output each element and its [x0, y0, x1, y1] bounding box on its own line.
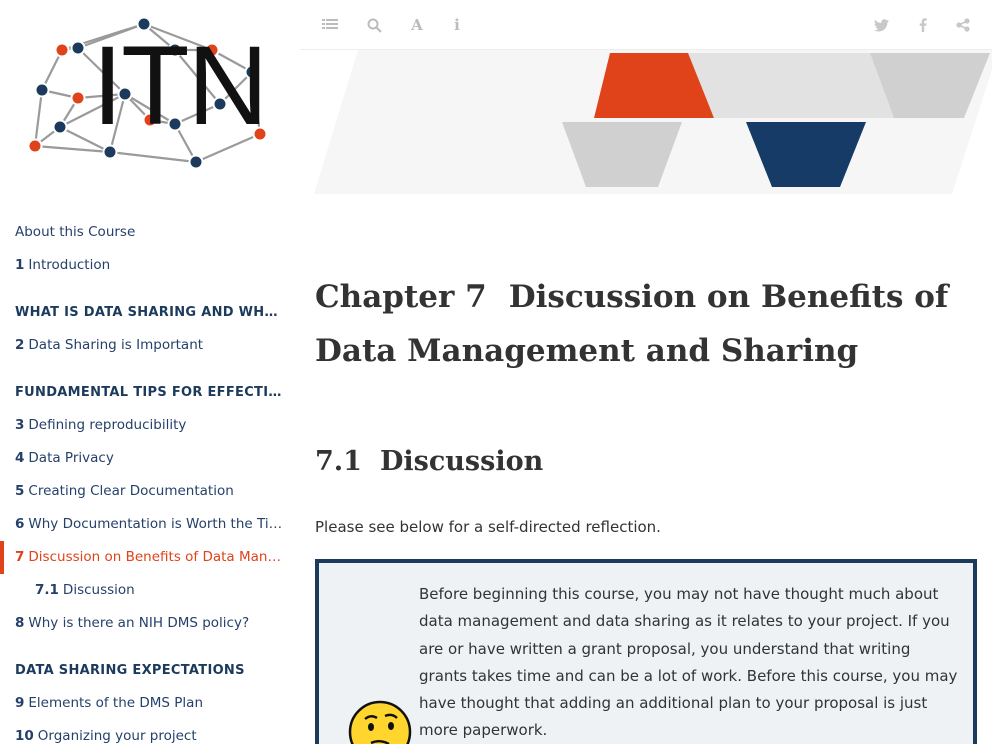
toc-item[interactable]: 5 Creating Clear Documentation [0, 475, 285, 508]
toc-item-label: DATA SHARING EXPECTATIONS [15, 663, 245, 678]
sidebar: ITN About this Course 1 Introduction WHAT I… [0, 0, 300, 744]
thinking-face-icon [348, 700, 412, 744]
table-of-contents: About this Course 1 Introduction WHAT IS DA… [0, 216, 300, 744]
toc-item-number: 1 [15, 257, 25, 273]
toc-item-label: Data Privacy [28, 450, 114, 466]
toc-part-heading[interactable]: WHAT IS DATA SHARING AND WHY IS IT IMPOR… [0, 296, 285, 329]
toc-item-number: 2 [15, 337, 25, 353]
top-toolbar: A i [300, 0, 992, 50]
chapter-banner [300, 50, 992, 200]
toc-item-label: Why Documentation is Worth the Time [28, 516, 285, 532]
toc-part-heading[interactable]: FUNDAMENTAL TIPS FOR EFFECTIVE DATA MANA… [0, 376, 285, 409]
toc-item[interactable]: 6 Why Documentation is Worth the Time [0, 508, 285, 541]
toc-item-number: 7.1 [35, 582, 59, 598]
section-title: 7.1 Discussion [315, 440, 543, 484]
toc-item-number: 9 [15, 695, 25, 711]
toc-item-number: 8 [15, 615, 25, 631]
toc-item-number: 4 [15, 450, 25, 466]
toc-item-number: 3 [15, 417, 25, 433]
toc-item-label: About this Course [15, 224, 136, 240]
reflection-callout: Before beginning this course, you may no… [315, 559, 977, 744]
toc-item[interactable]: 10 Organizing your project [0, 720, 285, 744]
toc-item-label: Introduction [28, 257, 111, 273]
share-icon[interactable] [951, 14, 975, 36]
toc-item-label: Discussion on Benefits of Data Managemen… [28, 549, 285, 565]
toc-item[interactable]: About this Course [0, 216, 285, 249]
toc-item-active[interactable]: 7Discussion on Benefits of Data Manageme… [0, 541, 285, 574]
toc-item-label: Data Sharing is Important [28, 337, 204, 353]
twitter-icon[interactable] [869, 14, 893, 36]
toc-item[interactable]: 4 Data Privacy [0, 442, 285, 475]
facebook-icon[interactable] [911, 14, 935, 36]
toc-item-label: FUNDAMENTAL TIPS FOR EFFECTIVE DATA MANA… [15, 385, 285, 400]
font-settings-icon[interactable]: A [405, 14, 429, 36]
toc-item-label: WHAT IS DATA SHARING AND WHY IS IT IMPOR… [15, 305, 285, 320]
toc-item-label: Creating Clear Documentation [28, 483, 234, 499]
search-icon[interactable] [362, 14, 386, 36]
section-number: 7.1 [315, 446, 362, 477]
chapter-number: Chapter 7 [315, 279, 487, 315]
toc-item-label: Defining reproducibility [28, 417, 187, 433]
toc-item[interactable]: 3 Defining reproducibility [0, 409, 285, 442]
toc-item[interactable]: 1 Introduction [0, 249, 285, 282]
toc-item[interactable]: 8 Why is there an NIH DMS policy? [0, 607, 285, 640]
chapter-title: Chapter 7 Discussion on Benefits of Data … [315, 270, 977, 378]
banner-graphic [314, 50, 992, 194]
info-icon[interactable]: i [445, 14, 469, 36]
main-content: Chapter 7 Discussion on Benefits of Data … [315, 270, 977, 378]
toc-item-label: Organizing your project [37, 728, 197, 744]
toc-item-number: 10 [15, 728, 34, 744]
toc-part-heading[interactable]: DATA SHARING EXPECTATIONS [0, 654, 285, 687]
toc-item[interactable]: 9 Elements of the DMS Plan [0, 687, 285, 720]
toc-subitem[interactable]: 7.1 Discussion [0, 574, 285, 607]
toc-item-number: 5 [15, 483, 25, 499]
logo-text: ITN [92, 23, 268, 148]
sidebar-toggle-icon[interactable] [318, 14, 342, 36]
reflection-text: Before beginning this course, you may no… [419, 585, 958, 740]
toc-item-number: 7 [15, 549, 25, 565]
itn-logo[interactable]: ITN [20, 12, 280, 180]
toc-item[interactable]: 2 Data Sharing is Important [0, 329, 285, 362]
toc-item-label: Discussion [62, 582, 135, 598]
toc-item-number: 6 [15, 516, 25, 532]
toc-item-label: Elements of the DMS Plan [28, 695, 203, 711]
toc-item-label: Why is there an NIH DMS policy? [28, 615, 250, 631]
intro-paragraph: Please see below for a self-directed ref… [315, 518, 661, 536]
section-title-text: Discussion [379, 446, 544, 477]
